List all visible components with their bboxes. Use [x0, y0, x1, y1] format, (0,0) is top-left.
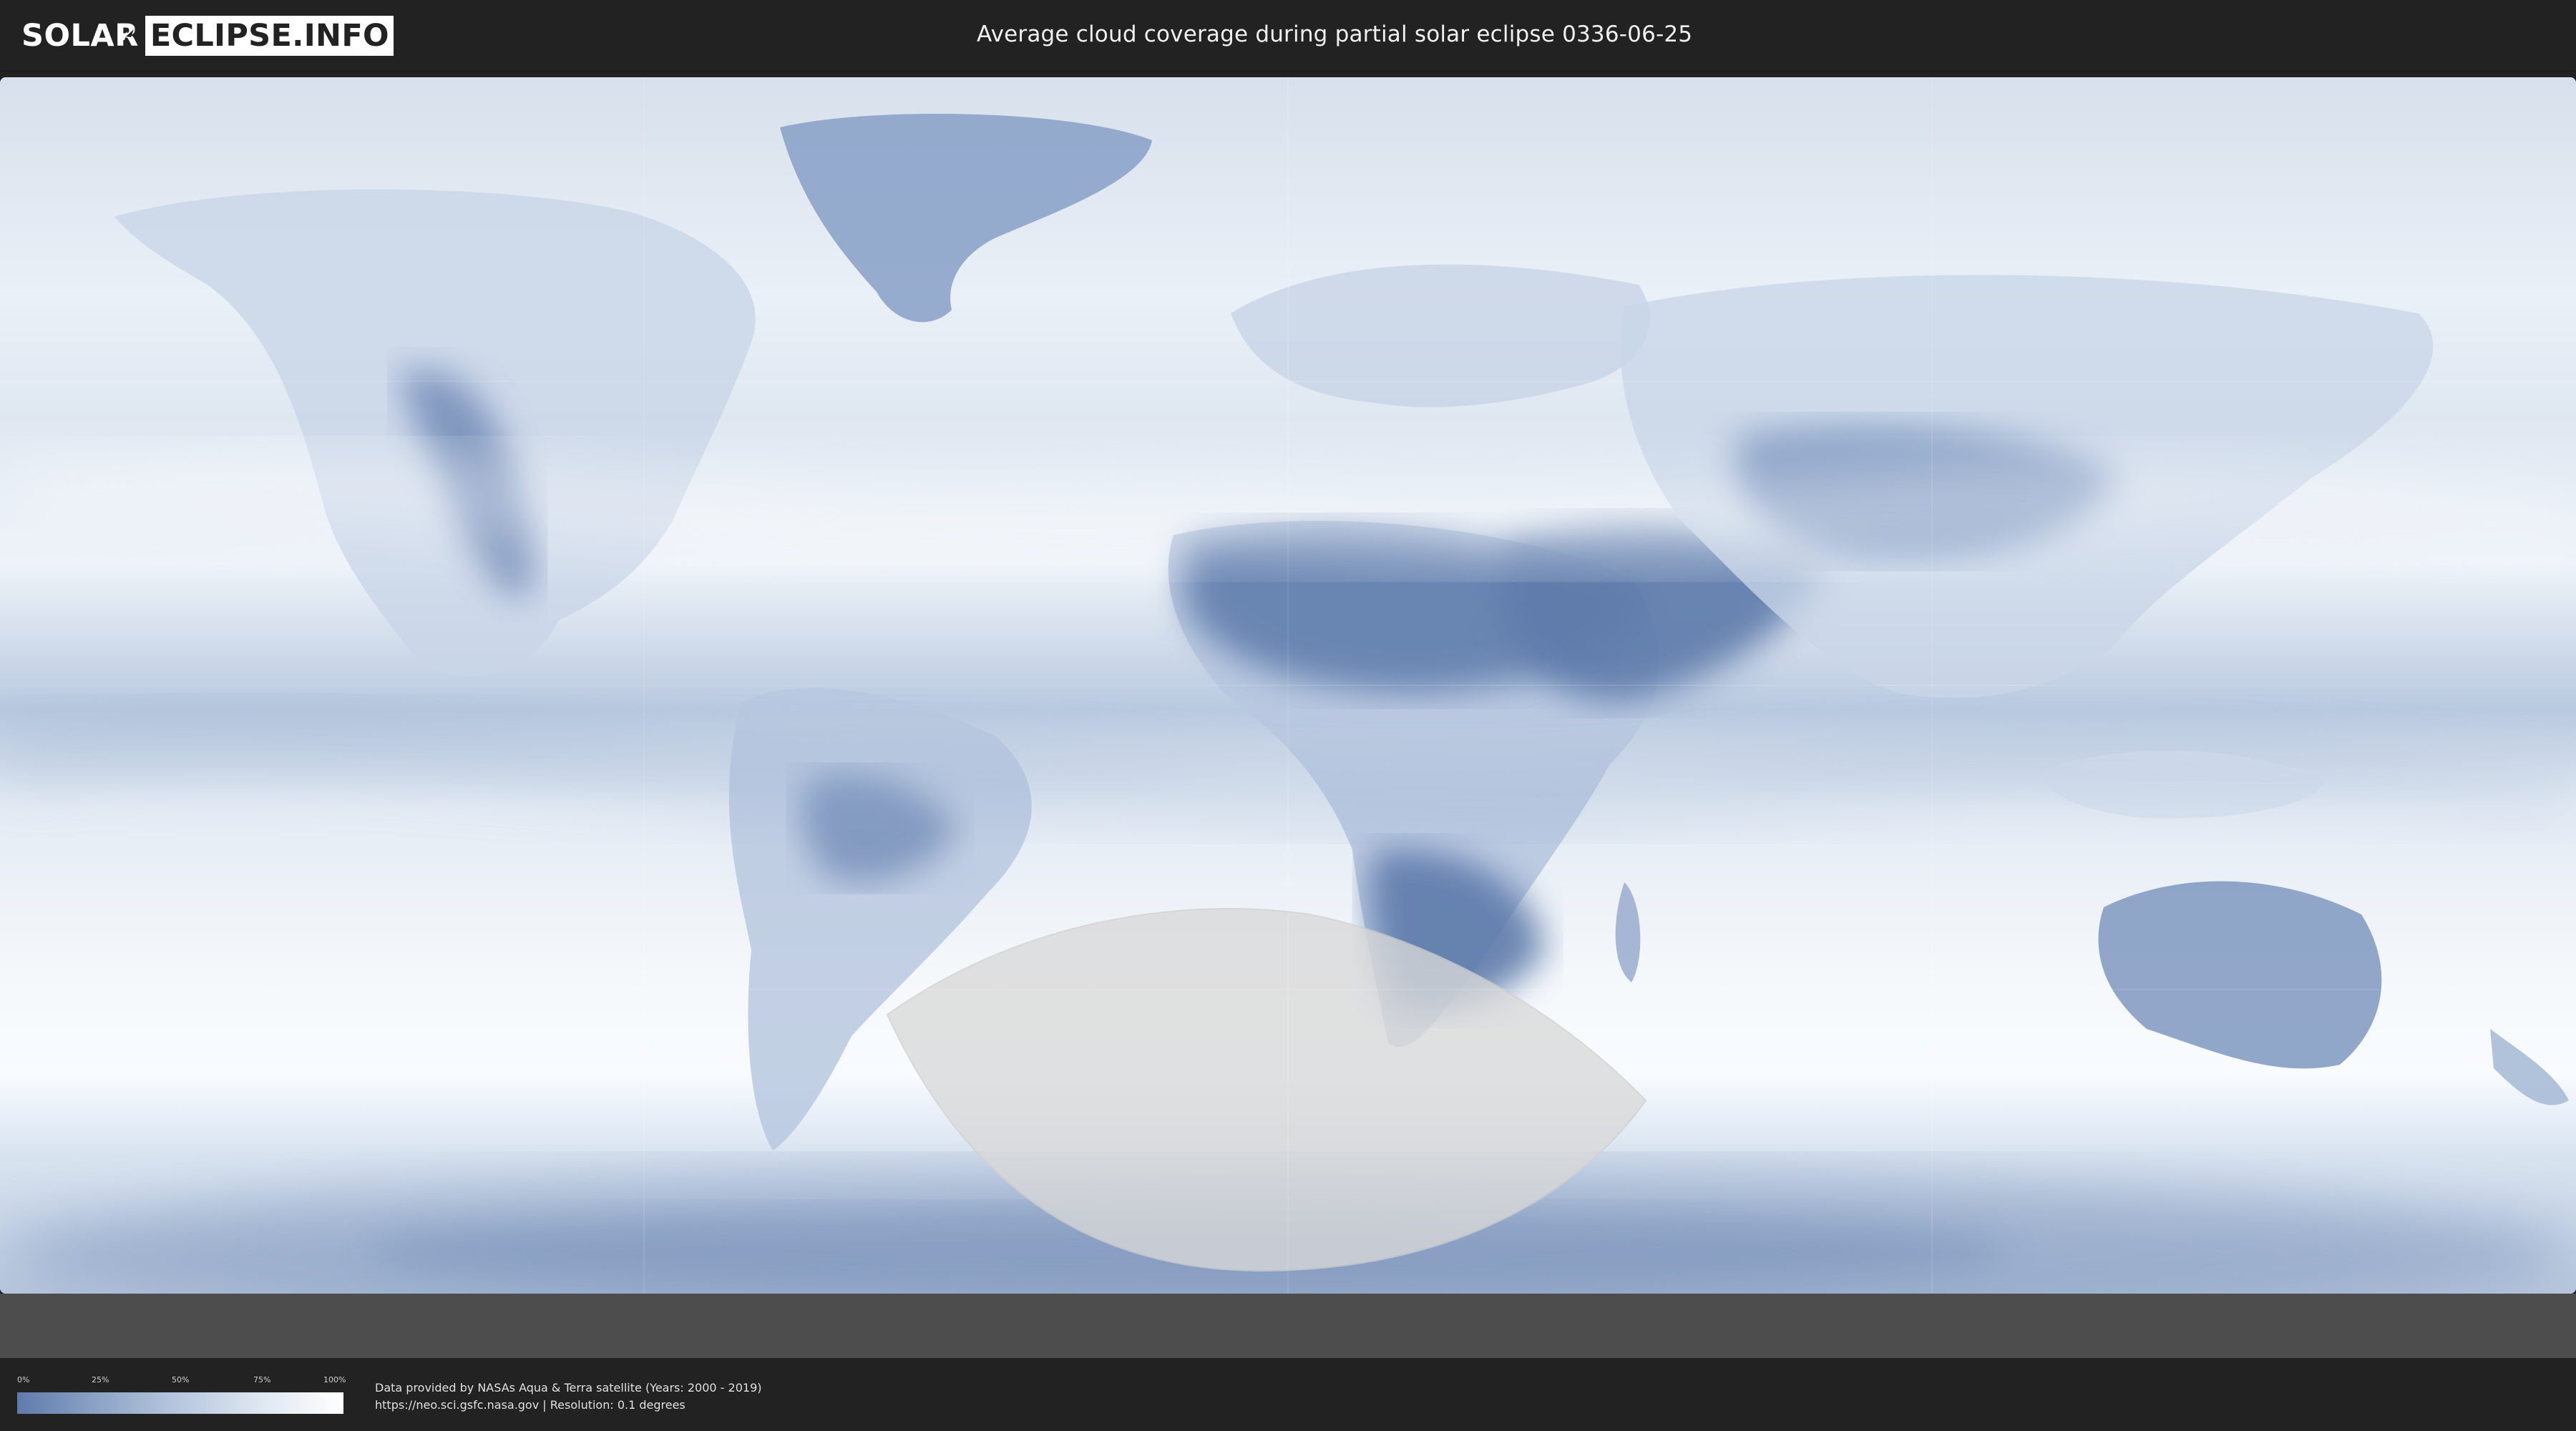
footer: 0% 25% 50% 75% 100% Data provided by NAS…: [0, 1358, 2576, 1431]
source-url-resolution-line: https://neo.sci.gsfc.nasa.gov | Resoluti…: [375, 1398, 686, 1412]
legend-label-0: 0%: [17, 1375, 30, 1384]
legend-label-100: 100%: [323, 1375, 346, 1384]
cloud-coverage-map[interactable]: [0, 77, 2576, 1294]
map-bottom-strip: [0, 1294, 2576, 1358]
page-title: Average cloud coverage during partial so…: [977, 21, 1693, 47]
world-map[interactable]: [0, 77, 2576, 1294]
page: SOLAR ECLIPSE.INFO Average cloud coverag…: [0, 0, 2576, 1431]
legend-color-bar: [17, 1392, 343, 1414]
logo-arrow-icon: [118, 29, 134, 40]
legend-label-50: 50%: [172, 1375, 190, 1384]
legend-labels: 0% 25% 50% 75% 100%: [17, 1375, 346, 1387]
site-logo[interactable]: SOLAR ECLIPSE.INFO: [21, 16, 394, 56]
header: SOLAR ECLIPSE.INFO Average cloud coverag…: [0, 0, 2576, 70]
logo-eclipse-info-text: ECLIPSE.INFO: [145, 16, 394, 56]
cloud-coverage-legend: 0% 25% 50% 75% 100%: [17, 1375, 346, 1414]
data-provider-line: Data provided by NASAs Aqua & Terra sate…: [375, 1381, 762, 1395]
legend-label-25: 25%: [92, 1375, 109, 1384]
legend-label-75: 75%: [253, 1375, 271, 1384]
data-source-text: Data provided by NASAs Aqua & Terra sate…: [375, 1379, 762, 1414]
